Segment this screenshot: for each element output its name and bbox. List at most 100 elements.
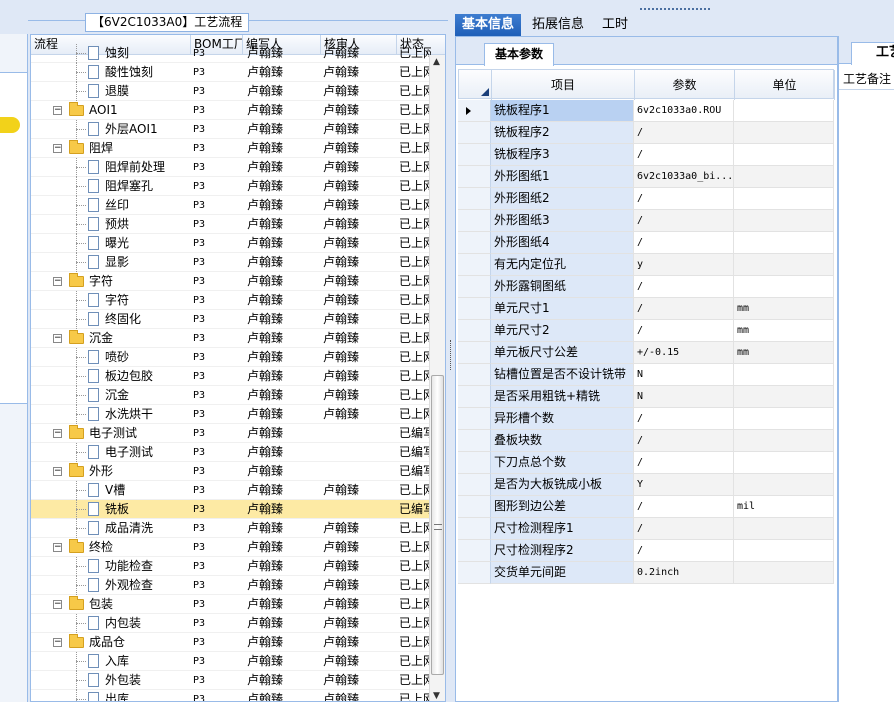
tree-row[interactable]: 内包装 P3 卢翰臻 卢翰臻 已上网 xyxy=(31,614,431,633)
minus-box-icon[interactable]: − xyxy=(53,467,62,476)
param-unit[interactable] xyxy=(734,144,834,166)
param-row[interactable]: 铣板程序2/ xyxy=(458,122,834,144)
param-row[interactable]: 有无内定位孔 y xyxy=(458,254,834,276)
param-row[interactable]: 外形图纸1 6v2c1033a0_bi... xyxy=(458,166,834,188)
tree-row[interactable]: 曝光 P3 卢翰臻 卢翰臻 已上网 xyxy=(31,234,431,253)
tab-basic-params[interactable]: 基本参数 xyxy=(484,43,555,66)
tree-row[interactable]: 沉金 P3 卢翰臻 卢翰臻 已上网 xyxy=(31,386,431,405)
tree-row[interactable]: 入库 P3 卢翰臻 卢翰臻 已上网 xyxy=(31,652,431,671)
tree-row[interactable]: 终固化 P3 卢翰臻 卢翰臻 已上网 xyxy=(31,310,431,329)
row-indicator[interactable] xyxy=(458,210,491,232)
tree-row[interactable]: 字符 P3 卢翰臻 卢翰臻 已上网 xyxy=(31,291,431,310)
param-value[interactable]: / xyxy=(634,144,734,166)
tree-row[interactable]: − 外形 P3 卢翰臻 已编写 xyxy=(31,462,431,481)
tab-work-hours[interactable]: 工时 xyxy=(595,14,635,36)
row-indicator[interactable] xyxy=(458,342,491,364)
param-row[interactable]: 外形图纸3/ xyxy=(458,210,834,232)
param-value[interactable]: / xyxy=(634,430,734,452)
row-indicator[interactable] xyxy=(458,320,491,342)
param-value[interactable]: / xyxy=(634,518,734,540)
param-unit[interactable] xyxy=(734,254,834,276)
param-row[interactable]: 是否为大板铣成小板 Y xyxy=(458,474,834,496)
param-unit[interactable]: mil xyxy=(734,496,834,518)
param-row[interactable]: 外形露铜图纸 / xyxy=(458,276,834,298)
minus-box-icon[interactable]: − xyxy=(53,277,62,286)
tree-row[interactable]: 喷砂 P3 卢翰臻 卢翰臻 已上网 xyxy=(31,348,431,367)
param-value[interactable]: / xyxy=(634,210,734,232)
param-row[interactable]: 钻槽位置是否不设计铣带 N xyxy=(458,364,834,386)
tree-row[interactable]: V槽 P3 卢翰臻 卢翰臻 已上网 xyxy=(31,481,431,500)
tree-row[interactable]: − 字符 P3 卢翰臻 卢翰臻 已上网 xyxy=(31,272,431,291)
tree-row[interactable]: 铣板 P3 卢翰臻 已编写 xyxy=(31,500,431,519)
tree-row[interactable]: 外层AOI1 P3 卢翰臻 卢翰臻 已上网 xyxy=(31,120,431,139)
param-row[interactable]: 叠板块数 / xyxy=(458,430,834,452)
tree-row[interactable]: 阻焊前处理 P3 卢翰臻 卢翰臻 已上网 xyxy=(31,158,431,177)
row-indicator[interactable] xyxy=(458,276,491,298)
row-indicator[interactable] xyxy=(458,232,491,254)
tree-row[interactable]: 酸性蚀刻 P3 卢翰臻 卢翰臻 已上网 xyxy=(31,63,431,82)
scroll-thumb[interactable] xyxy=(431,375,444,675)
row-indicator[interactable] xyxy=(458,518,491,540)
row-indicator[interactable] xyxy=(458,100,491,122)
param-row[interactable]: 铣板程序1 6v2c1033a0.ROU xyxy=(458,100,834,122)
minus-box-icon[interactable]: − xyxy=(53,429,62,438)
row-indicator[interactable] xyxy=(458,188,491,210)
row-indicator[interactable] xyxy=(458,430,491,452)
param-unit[interactable]: mm xyxy=(734,298,834,320)
param-row[interactable]: 单元板尺寸公差 +/-0.15 mm xyxy=(458,342,834,364)
param-unit[interactable] xyxy=(734,540,834,562)
param-unit[interactable] xyxy=(734,100,834,122)
param-unit[interactable] xyxy=(734,122,834,144)
param-value[interactable]: / xyxy=(634,276,734,298)
param-value[interactable]: 0.2inch xyxy=(634,562,734,584)
row-indicator[interactable] xyxy=(458,562,491,584)
param-row[interactable]: 交货单元间距 0.2inch xyxy=(458,562,834,584)
param-unit[interactable] xyxy=(734,562,834,584)
param-row[interactable]: 外形图纸2/ xyxy=(458,188,834,210)
tree-row[interactable]: − 成品仓 P3 卢翰臻 卢翰臻 已上网 xyxy=(31,633,431,652)
tree-row[interactable]: 水洗烘干 P3 卢翰臻 卢翰臻 已上网 xyxy=(31,405,431,424)
param-value[interactable]: Y xyxy=(634,474,734,496)
param-row[interactable]: 外形图纸4/ xyxy=(458,232,834,254)
param-value[interactable]: 6v2c1033a0.ROU xyxy=(634,100,734,122)
col-param-header[interactable]: 参数 xyxy=(635,70,735,100)
row-indicator[interactable] xyxy=(458,364,491,386)
param-value[interactable]: N xyxy=(634,386,734,408)
param-row[interactable]: 尺寸检测程序2/ xyxy=(458,540,834,562)
collapse-handle[interactable] xyxy=(640,0,710,10)
row-indicator[interactable] xyxy=(458,474,491,496)
param-row[interactable]: 下刀点总个数 / xyxy=(458,452,834,474)
param-value[interactable]: / xyxy=(634,452,734,474)
param-value[interactable]: y xyxy=(634,254,734,276)
tree-row[interactable]: − 包装 P3 卢翰臻 卢翰臻 已上网 xyxy=(31,595,431,614)
param-row[interactable]: 异形槽个数 / xyxy=(458,408,834,430)
minus-box-icon[interactable]: − xyxy=(53,638,62,647)
param-unit[interactable] xyxy=(734,386,834,408)
panel-splitter[interactable] xyxy=(448,0,455,702)
param-unit[interactable] xyxy=(734,364,834,386)
tree-row[interactable]: 显影 P3 卢翰臻 卢翰臻 已上网 xyxy=(31,253,431,272)
param-unit[interactable]: mm xyxy=(734,342,834,364)
param-unit[interactable] xyxy=(734,518,834,540)
row-indicator[interactable] xyxy=(458,122,491,144)
tree-row[interactable]: 预烘 P3 卢翰臻 卢翰臻 已上网 xyxy=(31,215,431,234)
minus-box-icon[interactable]: − xyxy=(53,106,62,115)
row-indicator[interactable] xyxy=(458,540,491,562)
param-value[interactable]: / xyxy=(634,232,734,254)
tree-row[interactable]: 板边包胶 P3 卢翰臻 卢翰臻 已上网 xyxy=(31,367,431,386)
param-row[interactable]: 图形到边公差 / mil xyxy=(458,496,834,518)
param-value[interactable]: +/-0.15 xyxy=(634,342,734,364)
param-row[interactable]: 单元尺寸2/mm xyxy=(458,320,834,342)
tree-row[interactable]: 丝印 P3 卢翰臻 卢翰臻 已上网 xyxy=(31,196,431,215)
param-unit[interactable] xyxy=(734,210,834,232)
tree-row[interactable]: − AOI1 P3 卢翰臻 卢翰臻 已上网 xyxy=(31,101,431,120)
param-unit[interactable] xyxy=(734,474,834,496)
row-indicator[interactable] xyxy=(458,386,491,408)
row-indicator[interactable] xyxy=(458,452,491,474)
param-unit[interactable] xyxy=(734,188,834,210)
param-row[interactable]: 铣板程序3/ xyxy=(458,144,834,166)
row-indicator[interactable] xyxy=(458,166,491,188)
minus-box-icon[interactable]: − xyxy=(53,144,62,153)
param-unit[interactable] xyxy=(734,276,834,298)
param-value[interactable]: / xyxy=(634,540,734,562)
